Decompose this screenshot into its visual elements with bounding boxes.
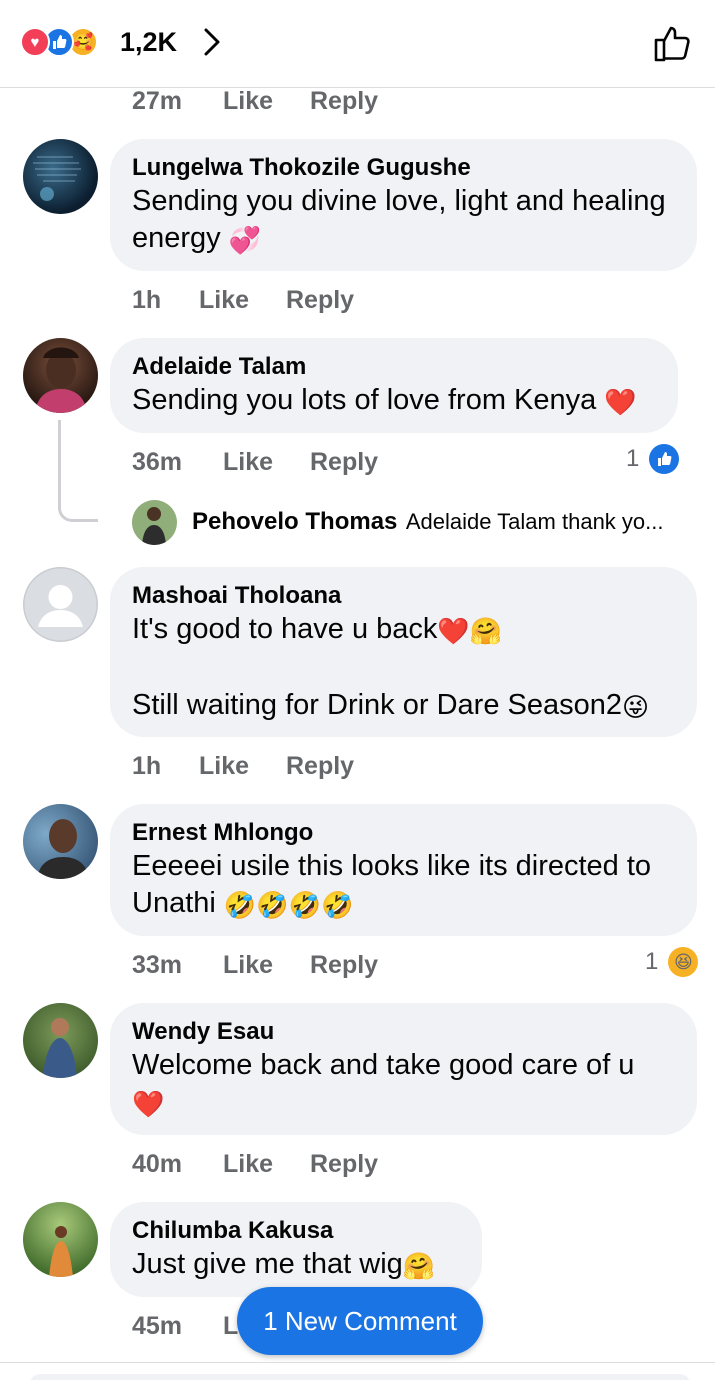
avatar[interactable] <box>23 338 98 413</box>
like-button[interactable]: Like <box>199 285 249 315</box>
reply-preview[interactable]: Pehovelo Thomas Adelaide Talam thank yo.… <box>192 508 663 536</box>
avatar[interactable] <box>23 139 98 214</box>
chevron-right-icon[interactable] <box>200 27 224 57</box>
comment-bubble[interactable]: Ernest Mhlongo Eeeeei usile this looks l… <box>110 804 697 936</box>
comment-body: Just give me that wig <box>132 1248 403 1280</box>
comment-time: 27m <box>132 87 183 115</box>
emoji: 😜 <box>621 692 650 722</box>
heart-emoji: ❤️ <box>132 1089 165 1119</box>
comment-input[interactable] <box>30 1374 690 1380</box>
reply-button[interactable]: Reply <box>310 86 378 116</box>
reply-author[interactable]: Pehovelo Thomas <box>192 508 397 535</box>
comment-body: Eeeeei usile this looks like its directe… <box>132 850 652 919</box>
comment-author[interactable]: Lungelwa Thokozile Gugushe <box>132 153 675 183</box>
emoji: 💞 <box>228 225 262 255</box>
comment-author[interactable]: Chilumba Kakusa <box>132 1216 460 1246</box>
comment-time: 1h <box>132 752 162 780</box>
reaction-summary-icons[interactable]: ♥ 🥰 <box>20 26 98 58</box>
emoji: ❤️🤗 <box>437 616 503 646</box>
comment-time: 33m <box>132 951 183 979</box>
reply-button[interactable]: Reply <box>310 950 378 980</box>
comment-bubble[interactable]: Adelaide Talam Sending you lots of love … <box>110 338 678 433</box>
comment-body: Welcome back and take good care of u <box>132 1049 635 1081</box>
comment-body: Sending you lots of love from Kenya <box>132 384 597 416</box>
comment-time: 45m <box>132 1312 183 1340</box>
reaction-count: 1 <box>645 948 659 975</box>
like-thumb-icon[interactable] <box>651 22 693 64</box>
avatar[interactable] <box>132 500 177 545</box>
comment-reactions[interactable]: 1 😆 <box>645 947 699 977</box>
comment-body: It's good to have u back <box>132 613 438 645</box>
comment-time: 36m <box>132 448 183 476</box>
emoji: 🤣🤣🤣🤣 <box>223 890 354 920</box>
reply-button[interactable]: Reply <box>286 285 354 315</box>
like-button[interactable]: Like <box>223 447 273 477</box>
comment-text: Just give me that wig🤗 <box>132 1246 460 1285</box>
love-reaction-icon: ♥ <box>20 27 50 57</box>
haha-reaction-icon: 😆 <box>668 947 699 977</box>
heart-emoji: ❤️ <box>604 387 637 417</box>
avatar[interactable] <box>23 804 98 879</box>
comment-author[interactable]: Wendy Esau <box>132 1017 675 1047</box>
reactions-header: ♥ 🥰 1,2K <box>0 0 715 88</box>
like-button[interactable]: L <box>223 1311 238 1341</box>
reaction-count[interactable]: 1,2K <box>120 26 177 58</box>
avatar[interactable] <box>23 567 98 642</box>
reply-button[interactable]: Reply <box>310 447 378 477</box>
comment-time: 1h <box>132 286 162 314</box>
comment-bubble[interactable]: Wendy Esau Welcome back and take good ca… <box>110 1003 697 1135</box>
reply-button[interactable]: Reply <box>286 751 354 781</box>
reply-button[interactable]: Reply <box>310 1149 378 1179</box>
reply-snippet: Adelaide Talam thank yo... <box>405 509 664 534</box>
reaction-count: 1 <box>626 445 640 472</box>
reply-thread-connector <box>58 420 98 522</box>
avatar[interactable] <box>23 1202 98 1277</box>
comment-time: 40m <box>132 1150 183 1178</box>
like-button[interactable]: Like <box>199 751 249 781</box>
like-button[interactable]: Like <box>223 950 273 980</box>
avatar[interactable] <box>23 1003 98 1078</box>
comment-text: It's good to have u back❤️🤗 <box>132 611 675 650</box>
emoji: 🤗 <box>402 1251 436 1281</box>
divider <box>0 1362 715 1363</box>
comment-text: Sending you divine love, light and heali… <box>132 183 675 259</box>
comment-author[interactable]: Ernest Mhlongo <box>132 818 675 848</box>
new-comment-button[interactable]: 1 New Comment <box>237 1287 483 1355</box>
comment-bubble[interactable]: Chilumba Kakusa Just give me that wig🤗 <box>110 1202 482 1297</box>
comment-body: Still waiting for Drink or Dare Season2 <box>132 689 622 721</box>
comment-author[interactable]: Mashoai Tholoana <box>132 581 675 611</box>
comment-text: Eeeeei usile this looks like its directe… <box>132 848 675 924</box>
comment-text: Sending you lots of love from Kenya ❤️ <box>132 382 656 421</box>
comment-author[interactable]: Adelaide Talam <box>132 352 656 382</box>
comment-reactions[interactable]: 1 <box>626 444 680 474</box>
comment-text: Welcome back and take good care of u ❤️ <box>132 1047 675 1123</box>
like-reaction-icon <box>649 444 680 474</box>
comment-bubble[interactable]: Lungelwa Thokozile Gugushe Sending you d… <box>110 139 697 271</box>
like-button[interactable]: Like <box>223 86 273 116</box>
like-button[interactable]: Like <box>223 1149 273 1179</box>
comment-text: Still waiting for Drink or Dare Season2😜 <box>132 687 675 726</box>
comment-body: Sending you divine love, light and heali… <box>132 185 666 254</box>
comment-bubble[interactable]: Mashoai Tholoana It's good to have u bac… <box>110 567 697 737</box>
